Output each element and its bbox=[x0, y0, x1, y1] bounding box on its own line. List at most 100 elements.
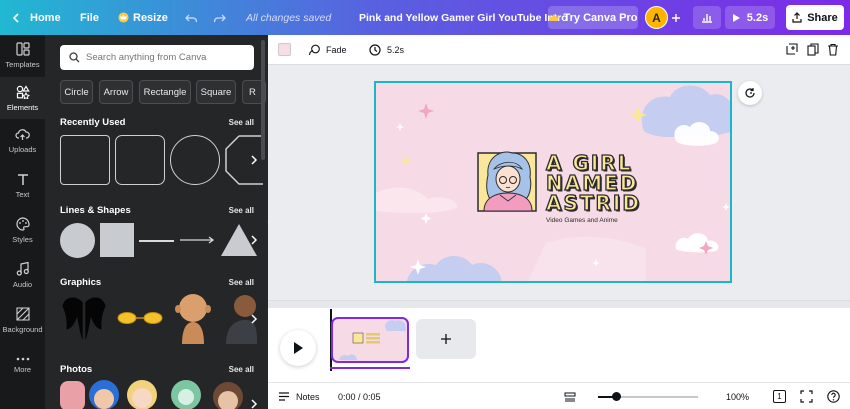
search-input[interactable] bbox=[86, 52, 251, 63]
design-subtitle[interactable]: Video Games and Anime bbox=[546, 217, 618, 224]
timeline-progress bbox=[330, 367, 410, 369]
section-title-recent: Recently Used bbox=[60, 117, 126, 128]
duration-button[interactable]: 5.2s bbox=[369, 35, 404, 65]
add-page-icon[interactable] bbox=[786, 43, 798, 55]
play-icon bbox=[294, 342, 303, 354]
anime-girl-portrait bbox=[483, 151, 533, 212]
redo-icon bbox=[213, 14, 226, 22]
rotate-button[interactable] bbox=[738, 81, 762, 105]
rail-label: More bbox=[13, 364, 32, 374]
title-line-1: A GIRL bbox=[545, 151, 633, 175]
rail-item-background[interactable]: Background bbox=[0, 300, 45, 340]
duplicate-page-icon[interactable] bbox=[807, 43, 819, 56]
rail-item-audio[interactable]: Audio bbox=[0, 255, 45, 295]
rail-item-more[interactable]: More bbox=[0, 345, 45, 385]
elements-icon bbox=[16, 84, 30, 99]
chevron-left-icon bbox=[12, 12, 19, 23]
share-button[interactable]: Share bbox=[786, 5, 844, 30]
plus-icon bbox=[672, 13, 680, 22]
timeline-view-icon[interactable] bbox=[564, 392, 576, 402]
design-page[interactable]: A GIRL NAMED ASTRID Video Games and Anim… bbox=[374, 81, 732, 283]
resize-button[interactable]: Resize bbox=[118, 0, 168, 35]
background-color-swatch[interactable] bbox=[278, 43, 291, 56]
graphic-black-wings[interactable] bbox=[60, 292, 108, 344]
add-member-button[interactable] bbox=[671, 0, 681, 35]
see-all-recent[interactable]: See all bbox=[229, 118, 254, 127]
add-page-button[interactable] bbox=[416, 319, 476, 359]
zoom-slider-handle[interactable] bbox=[612, 392, 621, 401]
title-line-3: ASTRID bbox=[545, 191, 641, 215]
rail-item-styles[interactable]: Styles bbox=[0, 210, 45, 250]
avatar[interactable]: A bbox=[645, 6, 668, 29]
audio-icon bbox=[16, 261, 29, 276]
recent-shape-octagon[interactable] bbox=[225, 135, 265, 185]
chevron-right-icon[interactable] bbox=[251, 399, 258, 409]
play-button[interactable] bbox=[280, 330, 316, 366]
chevron-right-icon[interactable] bbox=[251, 235, 258, 245]
photo-thumbnails-row[interactable] bbox=[60, 379, 260, 409]
chevron-right-icon[interactable] bbox=[251, 314, 258, 324]
shape-arrow-line[interactable] bbox=[179, 235, 215, 245]
templates-icon bbox=[15, 41, 30, 56]
graphic-character-back[interactable] bbox=[173, 292, 213, 344]
file-menu[interactable]: File bbox=[80, 0, 99, 35]
rail-label: Text bbox=[15, 190, 30, 199]
delete-page-icon[interactable] bbox=[827, 43, 839, 56]
chip-rectangle[interactable]: Rectangle bbox=[139, 80, 191, 104]
see-all-photos[interactable]: See all bbox=[229, 365, 254, 374]
notes-label: Notes bbox=[296, 391, 320, 402]
present-duration: 5.2s bbox=[746, 11, 769, 24]
animate-icon bbox=[308, 44, 320, 56]
page-count-button[interactable]: 1 bbox=[773, 390, 786, 403]
rail-item-elements[interactable]: Elements bbox=[0, 77, 45, 119]
rail-item-text[interactable]: Text bbox=[0, 166, 45, 206]
zoom-level[interactable]: 100% bbox=[726, 383, 749, 409]
chevron-right-icon[interactable] bbox=[251, 155, 258, 165]
crown-icon bbox=[118, 12, 129, 23]
analytics-button[interactable] bbox=[693, 6, 721, 29]
chip-arrow[interactable]: Arrow bbox=[99, 80, 133, 104]
see-all-graphics[interactable]: See all bbox=[229, 278, 254, 287]
timeline-ruler bbox=[268, 301, 850, 308]
resize-label: Resize bbox=[133, 11, 168, 24]
rail-item-uploads[interactable]: Uploads bbox=[0, 121, 45, 161]
fade-label: Fade bbox=[326, 45, 347, 55]
panel-scrollbar[interactable] bbox=[261, 40, 265, 160]
shape-filled-circle[interactable] bbox=[60, 223, 95, 258]
canvas-area: A GIRL NAMED ASTRID Video Games and Anim… bbox=[268, 65, 850, 300]
page-thumbnail[interactable] bbox=[331, 317, 409, 363]
recent-shape-circle[interactable] bbox=[170, 135, 220, 185]
see-all-lines[interactable]: See all bbox=[229, 206, 254, 215]
upload-icon bbox=[792, 12, 802, 23]
shape-filled-square[interactable] bbox=[100, 223, 134, 257]
background-icon bbox=[15, 306, 30, 321]
chip-circle[interactable]: Circle bbox=[60, 80, 93, 104]
present-button[interactable]: 5.2s bbox=[725, 6, 775, 29]
help-icon[interactable] bbox=[827, 390, 840, 403]
chip-square[interactable]: Square bbox=[196, 80, 236, 104]
redo-button[interactable] bbox=[213, 0, 226, 35]
duration-label: 5.2s bbox=[387, 45, 405, 55]
section-title-photos: Photos bbox=[60, 364, 93, 375]
design-title[interactable]: A GIRL NAMED ASTRID bbox=[545, 151, 641, 215]
try-pro-button[interactable]: Try Canva Pro bbox=[548, 6, 638, 29]
notes-button[interactable]: Notes bbox=[278, 383, 320, 409]
styles-icon bbox=[15, 216, 30, 231]
fullscreen-icon[interactable] bbox=[800, 390, 813, 403]
context-toolbar: Fade 5.2s bbox=[268, 35, 850, 65]
home-button[interactable]: Home bbox=[12, 0, 61, 35]
document-title[interactable]: Pink and Yellow Gamer Girl YouTube Intro bbox=[359, 0, 568, 35]
search-box[interactable] bbox=[60, 45, 254, 70]
rail-item-templates[interactable]: Templates bbox=[0, 35, 45, 75]
recent-shape-rounded-square[interactable] bbox=[60, 135, 110, 185]
undo-icon bbox=[185, 14, 198, 22]
graphic-gold-glasses[interactable] bbox=[117, 311, 163, 325]
section-title-graphics: Graphics bbox=[60, 277, 102, 288]
canva-editor: Home File Resize All changes saved Pink … bbox=[0, 0, 850, 409]
fade-animation-button[interactable]: Fade bbox=[308, 35, 347, 65]
shape-line[interactable] bbox=[139, 240, 174, 242]
recent-shape-rounded-square[interactable] bbox=[115, 135, 165, 185]
elements-panel: Circle Arrow Rectangle Square R Recently… bbox=[45, 35, 268, 409]
upload-cloud-icon bbox=[15, 129, 30, 140]
undo-button[interactable] bbox=[185, 0, 198, 35]
